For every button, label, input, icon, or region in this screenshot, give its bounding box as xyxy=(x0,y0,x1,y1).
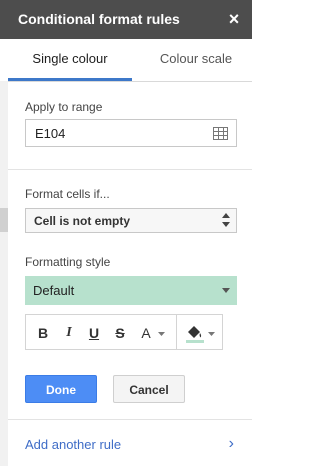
section-divider xyxy=(8,169,252,170)
tab-single-colour[interactable]: Single colour xyxy=(8,39,132,81)
condition-value: Cell is not empty xyxy=(34,214,131,228)
chevron-right-icon[interactable]: › xyxy=(229,435,234,453)
tab-colour-scale[interactable]: Colour scale xyxy=(144,39,248,79)
apply-range-label: Apply to range xyxy=(25,100,103,114)
chevron-down-icon xyxy=(222,288,230,293)
formatting-style-value: Default xyxy=(33,283,75,298)
paint-bucket-icon[interactable] xyxy=(184,322,206,344)
add-another-rule-link[interactable]: Add another rule xyxy=(25,437,121,452)
format-toolbar: B I U S A xyxy=(25,314,223,350)
chevron-down-icon[interactable] xyxy=(158,332,165,337)
toolbar-divider xyxy=(176,315,177,349)
bold-button[interactable]: B xyxy=(36,324,50,342)
range-input[interactable]: E104 xyxy=(25,119,237,147)
condition-select[interactable]: Cell is not empty xyxy=(25,208,237,233)
cancel-button[interactable]: Cancel xyxy=(113,375,185,403)
text-color-button[interactable]: A xyxy=(139,324,153,342)
select-arrows-icon xyxy=(222,213,230,227)
panel-title: Conditional format rules xyxy=(18,11,180,27)
range-value[interactable]: E104 xyxy=(35,126,65,141)
close-icon[interactable]: × xyxy=(224,9,244,29)
formatting-style-select[interactable]: Default xyxy=(25,276,237,305)
underline-button[interactable]: U xyxy=(87,324,101,342)
chevron-down-icon[interactable] xyxy=(208,332,215,337)
formatting-style-label: Formatting style xyxy=(25,255,111,269)
tab-bar: Single colour Colour scale xyxy=(0,39,252,82)
panel-header: Conditional format rules × xyxy=(0,0,252,39)
footer-divider xyxy=(8,419,252,420)
conditional-format-panel: Conditional format rules × Single colour… xyxy=(0,0,252,466)
done-button[interactable]: Done xyxy=(25,375,97,403)
left-scroll-gutter xyxy=(0,81,8,466)
italic-button[interactable]: I xyxy=(62,324,76,342)
format-cells-label: Format cells if... xyxy=(25,187,110,201)
grid-select-icon[interactable] xyxy=(213,127,228,140)
strikethrough-button[interactable]: S xyxy=(113,324,127,342)
gutter-marker xyxy=(0,208,8,232)
